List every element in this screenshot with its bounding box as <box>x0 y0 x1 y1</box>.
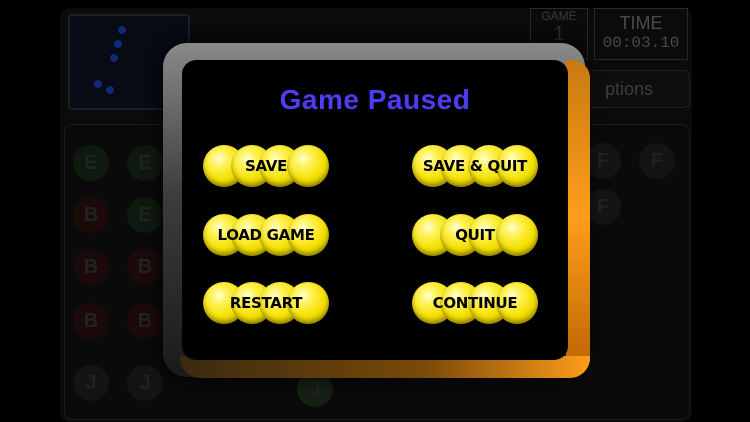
grid-cell: B <box>127 249 163 285</box>
grid-cell: B <box>73 197 109 233</box>
time-label: TIME <box>619 13 663 33</box>
grid-cell: E <box>127 145 163 181</box>
preview-dot <box>118 26 126 34</box>
load-game-label: LOAD GAME <box>217 226 315 244</box>
load-game-button[interactable]: LOAD GAME <box>203 214 329 256</box>
grid-cell: B <box>73 249 109 285</box>
grid-cell: E <box>73 145 109 181</box>
grid-cell: J <box>127 365 163 401</box>
grid-cell: F <box>639 143 675 179</box>
preview-dot <box>110 54 118 62</box>
grid-cell: F <box>585 189 621 225</box>
game-label: GAME <box>541 9 577 23</box>
restart-button[interactable]: RESTART <box>203 282 329 324</box>
time-value: 00:03.10 <box>602 34 680 52</box>
restart-label: RESTART <box>229 294 303 312</box>
continue-button[interactable]: CONTINUE <box>412 282 538 324</box>
quit-button[interactable]: QUIT <box>412 214 538 256</box>
time-display: TIME 00:03.10 <box>594 8 688 60</box>
preview-dot <box>114 40 122 48</box>
save-label: SAVE <box>244 157 288 175</box>
grid-cell: B <box>73 303 109 339</box>
save-and-quit-label: SAVE & QUIT <box>422 157 528 175</box>
quit-label: QUIT <box>455 226 495 244</box>
grid-cell: E <box>127 197 163 233</box>
grid-cell: J <box>73 365 109 401</box>
grid-cell: F <box>585 143 621 179</box>
continue-label: CONTINUE <box>432 294 518 312</box>
preview-dot <box>106 86 114 94</box>
save-button[interactable]: SAVE <box>203 145 329 187</box>
save-and-quit-button[interactable]: SAVE & QUIT <box>412 145 538 187</box>
grid-cell: B <box>127 303 163 339</box>
dialog-title: Game Paused <box>279 84 471 115</box>
preview-dot <box>94 80 102 88</box>
dialog-rim-highlight <box>566 60 590 376</box>
